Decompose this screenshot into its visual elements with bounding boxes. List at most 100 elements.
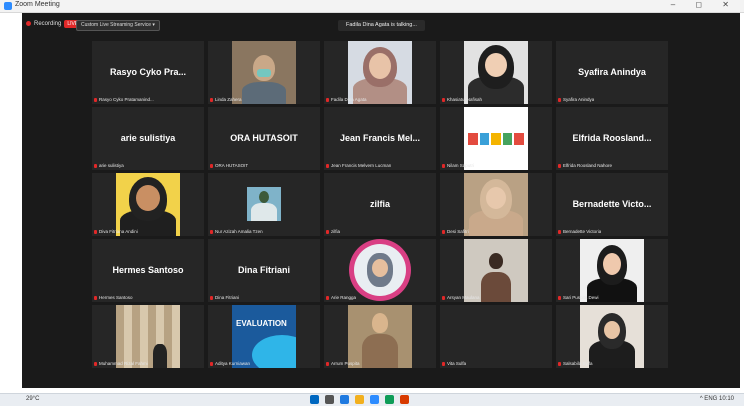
participant-label: Fadila Dina Agata bbox=[326, 97, 367, 102]
search-icon[interactable] bbox=[325, 395, 334, 404]
participant-label: Arie Rangga bbox=[326, 295, 356, 300]
letter-blocks-image bbox=[468, 133, 524, 145]
mic-muted-icon bbox=[326, 361, 329, 366]
participant-label: Dina Fitriani bbox=[210, 295, 239, 300]
participant-name: zilfia bbox=[369, 199, 390, 209]
mic-muted-icon bbox=[210, 97, 213, 102]
system-tray[interactable]: ^ ENG 10:10 bbox=[700, 396, 734, 402]
window-titlebar: Zoom Meeting – ◻ ✕ bbox=[0, 0, 744, 13]
participant-tile[interactable]: Nur Azizah Amalia Tzen bbox=[208, 173, 320, 236]
weather-widget[interactable]: 29°C bbox=[26, 396, 39, 402]
chrome-icon[interactable] bbox=[385, 395, 394, 404]
participant-tile[interactable]: Sari Puspita Dewi bbox=[556, 239, 668, 302]
participant-video bbox=[232, 41, 296, 104]
participant-label: Sari Puspita Dewi bbox=[558, 295, 599, 300]
participant-tile[interactable]: Muhammad Rizal Fahmi bbox=[92, 305, 204, 368]
participant-tile[interactable]: ORA HUTASOIT ORA HUTASOIT bbox=[208, 107, 320, 170]
participant-tile[interactable]: Bernadette Victo... Bernadette Victoria bbox=[556, 173, 668, 236]
participant-tile[interactable]: Salsabila Syifa bbox=[556, 305, 668, 368]
recording-indicator[interactable]: Recording LIVE bbox=[26, 19, 82, 28]
participant-tile[interactable]: arie sulistiya arie sulistiya bbox=[92, 107, 204, 170]
participant-label: Syafira Anindya bbox=[558, 97, 594, 102]
slide-title-art: EVALUATION bbox=[236, 319, 287, 328]
participant-name: Hermes Santoso bbox=[112, 265, 184, 275]
participant-label: Muhammad Rizal Fahmi bbox=[94, 361, 148, 366]
participant-label: Jean Francis Melvern Lucman bbox=[326, 163, 391, 168]
mic-muted-icon bbox=[442, 229, 445, 234]
mic-muted-icon bbox=[442, 97, 445, 102]
participant-tile[interactable]: Jean Francis Mel... Jean Francis Melvern… bbox=[324, 107, 436, 170]
participant-name: Rasyo Cyko Pra... bbox=[109, 67, 187, 77]
participant-label: Nur Azizah Amalia Tzen bbox=[210, 229, 263, 234]
participant-name: Syafira Anindya bbox=[578, 67, 646, 77]
office-icon[interactable] bbox=[400, 395, 409, 404]
mic-muted-icon bbox=[94, 229, 97, 234]
meeting-area: Recording LIVE Custom Live Streaming Ser… bbox=[22, 13, 740, 388]
recording-label: Recording bbox=[34, 20, 62, 27]
mic-muted-icon bbox=[326, 163, 329, 168]
participant-tile[interactable]: Rasyo Cyko Pra... Rasyo Cyko Pratamanind… bbox=[92, 41, 204, 104]
participant-video bbox=[580, 239, 644, 302]
participant-tile[interactable]: EVALUATION Aditya Kurniawan bbox=[208, 305, 320, 368]
participant-tile[interactable]: Fadila Dina Agata bbox=[324, 41, 436, 104]
participant-label: Salsabila Syifa bbox=[558, 361, 593, 366]
mic-muted-icon bbox=[94, 361, 97, 366]
windows-taskbar: 29°C ^ ENG 10:10 bbox=[0, 393, 744, 406]
mic-muted-icon bbox=[210, 295, 213, 300]
participant-video bbox=[348, 305, 412, 368]
folder-icon[interactable] bbox=[355, 395, 364, 404]
participant-video bbox=[464, 107, 528, 170]
window-controls[interactable]: – ◻ ✕ bbox=[671, 0, 738, 9]
mic-muted-icon bbox=[326, 295, 329, 300]
participant-tile[interactable]: Dina Fitriani Dina Fitriani bbox=[208, 239, 320, 302]
mic-muted-icon bbox=[94, 295, 97, 300]
participant-label: arie sulistiya bbox=[94, 163, 124, 168]
participant-name: ORA HUTASOIT bbox=[230, 133, 298, 143]
mic-muted-icon bbox=[442, 163, 445, 168]
mic-muted-icon bbox=[94, 97, 97, 102]
participant-label: Aditya Kurniawan bbox=[210, 361, 250, 366]
participant-avatar bbox=[349, 239, 411, 301]
zoom-icon[interactable] bbox=[370, 395, 379, 404]
record-dot-icon bbox=[26, 21, 31, 26]
participant-label: zilfia bbox=[326, 229, 340, 234]
live-streaming-button[interactable]: Custom Live Streaming Service ▾ bbox=[76, 20, 160, 31]
participant-video bbox=[464, 173, 528, 236]
mic-muted-icon bbox=[94, 163, 97, 168]
participant-tile[interactable]: Hermes Santoso Hermes Santoso bbox=[92, 239, 204, 302]
taskbar-apps bbox=[310, 395, 409, 404]
mic-muted-icon bbox=[558, 97, 561, 102]
participant-tile[interactable]: Diva Fitriana Andini bbox=[92, 173, 204, 236]
participant-tile[interactable]: Nilam Saputri bbox=[440, 107, 552, 170]
participant-video: EVALUATION bbox=[232, 305, 296, 368]
participant-tile[interactable]: Arrum Puspita bbox=[324, 305, 436, 368]
participant-tile[interactable]: Elfrida Roosland... Elfrida Roosland Nah… bbox=[556, 107, 668, 170]
participant-label: Nilam Saputri bbox=[442, 163, 474, 168]
mic-muted-icon bbox=[558, 163, 561, 168]
participant-video bbox=[116, 173, 180, 236]
participant-name: Dina Fitriani bbox=[237, 265, 290, 275]
participant-tile[interactable]: Linda Zahera bbox=[208, 41, 320, 104]
participant-tile[interactable]: Khasiatul Nafisah bbox=[440, 41, 552, 104]
mic-muted-icon bbox=[210, 163, 213, 168]
participant-video bbox=[348, 41, 412, 104]
participant-tile[interactable]: Desi Safitri bbox=[440, 173, 552, 236]
participant-label: Elfrida Roosland Nahore bbox=[558, 163, 612, 168]
participant-video bbox=[464, 41, 528, 104]
participant-label: Bernadette Victoria bbox=[558, 229, 601, 234]
mic-muted-icon bbox=[210, 361, 213, 366]
mic-muted-icon bbox=[558, 361, 561, 366]
mic-muted-icon bbox=[558, 295, 561, 300]
participant-label: Diva Fitriana Andini bbox=[94, 229, 138, 234]
edge-icon[interactable] bbox=[340, 395, 349, 404]
window-title: Zoom Meeting bbox=[15, 1, 60, 8]
participant-tile[interactable]: Arie Rangga bbox=[324, 239, 436, 302]
participant-tile[interactable]: Syafira Anindya Syafira Anindya bbox=[556, 41, 668, 104]
zoom-app-icon bbox=[4, 2, 12, 10]
participant-tile[interactable]: Vita Sulfa bbox=[440, 305, 552, 368]
mic-muted-icon bbox=[326, 229, 329, 234]
participant-tile[interactable]: zilfia zilfia bbox=[324, 173, 436, 236]
participant-tile[interactable]: Arsyan Maulana bbox=[440, 239, 552, 302]
participant-label: Vita Sulfa bbox=[442, 361, 466, 366]
start-icon[interactable] bbox=[310, 395, 319, 404]
